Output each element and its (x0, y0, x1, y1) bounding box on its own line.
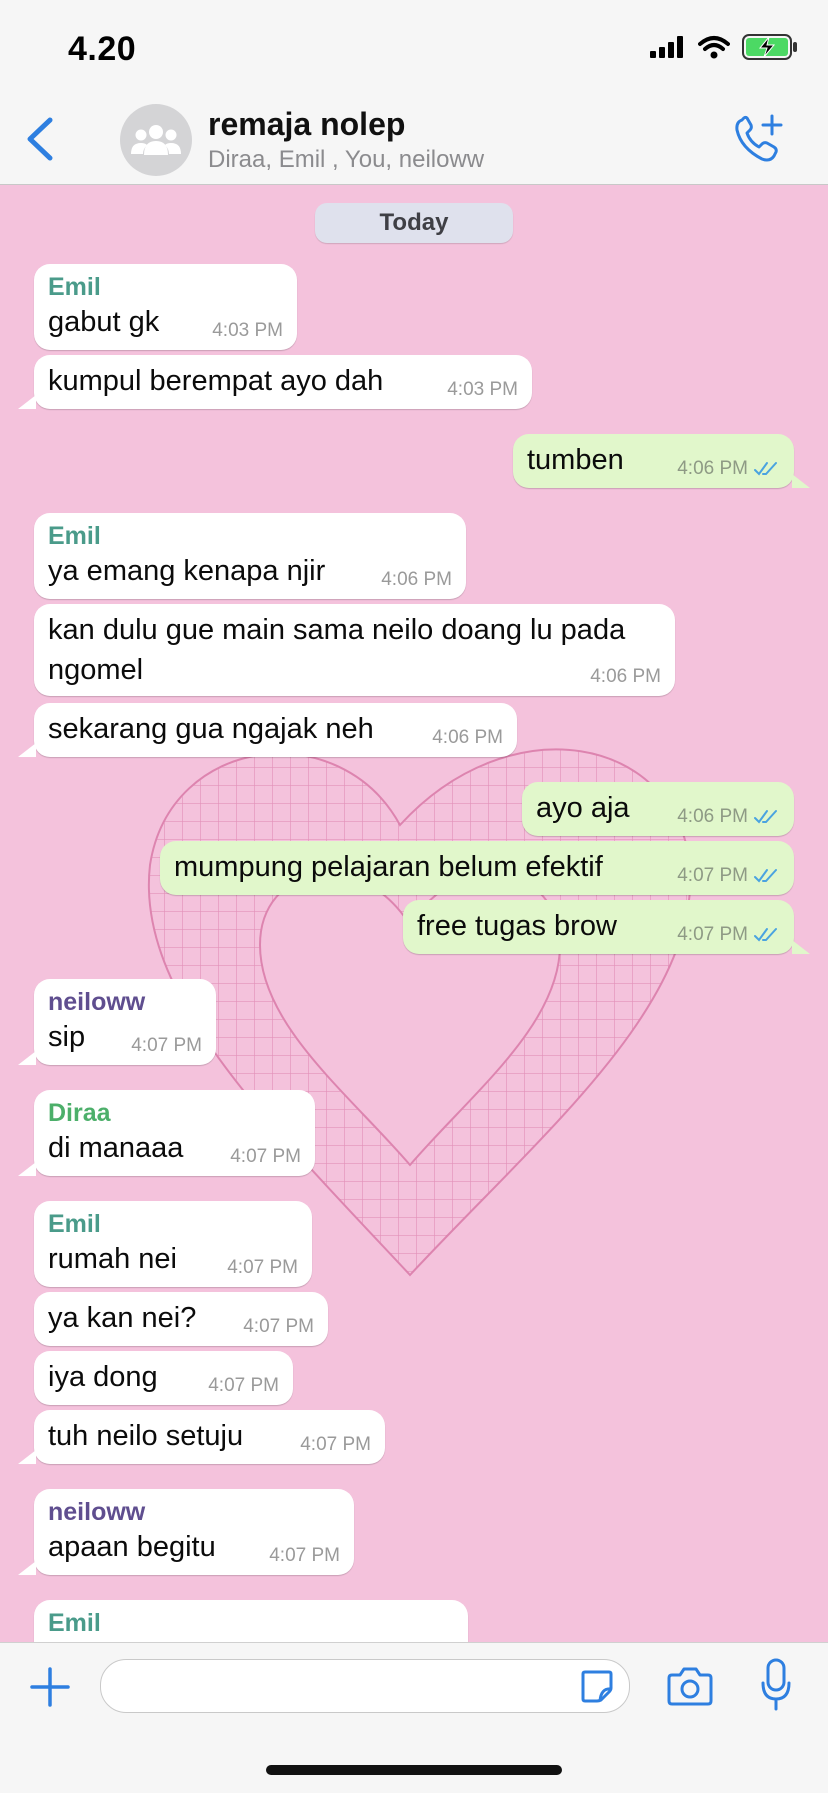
plus-icon[interactable] (28, 1665, 72, 1709)
message-time: 4:06 PM (590, 666, 661, 687)
read-receipt-icon (754, 928, 777, 942)
message-sender[interactable]: Emil (48, 272, 283, 302)
wifi-icon (698, 36, 730, 59)
status-icons (650, 34, 798, 60)
message-time: 4:07 PM (300, 1434, 371, 1455)
read-receipt-icon (754, 869, 777, 883)
message-bubble-incoming[interactable]: kan dulu gue main sama neilo doang lu pa… (34, 604, 675, 696)
message-text: apaan begitu (48, 1531, 216, 1563)
message-text: gabut gk (48, 306, 160, 338)
message-text: ya emang kenapa njir (48, 555, 326, 587)
message-time: 4:03 PM (212, 320, 283, 341)
message-text: iya dong (48, 1361, 158, 1393)
home-indicator (266, 1765, 562, 1775)
message-time: 4:07 PM (227, 1257, 298, 1278)
message-text: tumben (527, 444, 624, 476)
message-time: 4:06 PM (432, 727, 503, 748)
message-meta: 4:06 PM (677, 806, 780, 828)
add-call-icon[interactable] (732, 114, 784, 166)
message-time: 4:06 PM (677, 806, 748, 827)
composer-bar (0, 1642, 828, 1793)
signal-icon (650, 36, 683, 58)
message-time: 4:07 PM (208, 1375, 279, 1396)
message-bubble-incoming[interactable]: neiloww apaan begitu 4:07 PM (18, 1489, 354, 1575)
message-time: 4:03 PM (447, 379, 518, 400)
message-time: 4:07 PM (269, 1545, 340, 1566)
message-sender[interactable]: Emil (48, 1209, 298, 1239)
microphone-icon[interactable] (760, 1657, 792, 1713)
message-text: tuh neilo setuju (48, 1420, 244, 1452)
message-time: 4:07 PM (131, 1035, 202, 1056)
chat-header: remaja nolep Diraa, Emil , You, neiloww (0, 94, 828, 185)
camera-icon[interactable] (666, 1663, 714, 1709)
message-bubble-incoming[interactable]: Emil rumah nei 4:07 PM (34, 1201, 312, 1287)
battery-charging-icon (742, 34, 797, 60)
back-chevron-icon[interactable] (20, 112, 60, 166)
chat-area[interactable]: Today Emil gabut gk 4:03 PM kumpul berem… (0, 185, 828, 1642)
message-text: sip (48, 1021, 86, 1053)
message-bubble-outgoing[interactable]: tumben 4:06 PM (513, 434, 810, 488)
message-text: ayo aja (536, 792, 630, 824)
chat-title[interactable]: remaja nolep (208, 106, 405, 143)
message-sender[interactable]: Emil (48, 521, 452, 551)
message-bubble-incoming[interactable]: Emil ya emang kenapa njir 4:06 PM (34, 513, 466, 599)
message-bubble-incoming[interactable]: sekarang gua ngajak neh 4:06 PM (18, 703, 517, 757)
message-sender[interactable]: neiloww (48, 987, 202, 1017)
message-time: 4:06 PM (677, 458, 748, 479)
message-text: rumah nei (48, 1243, 177, 1275)
message-text: kumpul berempat ayo dah (48, 365, 384, 397)
message-bubble-incoming[interactable]: Emil gabut gk 4:03 PM (34, 264, 297, 350)
message-sender[interactable]: Diraa (48, 1098, 301, 1128)
group-avatar-icon (131, 125, 181, 155)
message-time: 4:07 PM (677, 865, 748, 886)
message-bubble-incoming[interactable]: kumpul berempat ayo dah 4:03 PM (18, 355, 532, 409)
message-time: 4:06 PM (381, 569, 452, 590)
message-bubble-incoming[interactable]: iya dong 4:07 PM (34, 1351, 293, 1405)
message-bubble-incoming[interactable]: Diraa di manaaa 4:07 PM (18, 1090, 315, 1176)
message-bubble-incoming[interactable]: Emil (34, 1600, 468, 1642)
message-sender[interactable]: neiloww (48, 1497, 340, 1527)
message-meta: 4:07 PM (677, 924, 780, 946)
message-bubble-outgoing[interactable]: ayo aja 4:06 PM (522, 782, 794, 836)
message-bubble-outgoing[interactable]: free tugas brow 4:07 PM (403, 900, 810, 954)
message-text: ya kan nei? (48, 1302, 197, 1334)
message-time: 4:07 PM (230, 1146, 301, 1167)
message-sender[interactable]: Emil (48, 1608, 454, 1638)
date-separator: Today (315, 203, 513, 243)
message-bubble-incoming[interactable]: tuh neilo setuju 4:07 PM (18, 1410, 385, 1464)
message-bubble-outgoing[interactable]: mumpung pelajaran belum efektif 4:07 PM (160, 841, 794, 895)
sticker-icon[interactable] (579, 1668, 615, 1704)
message-text: kan dulu gue main sama neilo doang lu pa… (48, 614, 626, 686)
group-avatar[interactable] (120, 104, 192, 176)
message-input[interactable] (100, 1659, 630, 1713)
message-text: mumpung pelajaran belum efektif (174, 851, 603, 883)
message-meta: 4:06 PM (677, 458, 780, 480)
status-bar: 4.20 (0, 0, 828, 94)
read-receipt-icon (754, 810, 777, 824)
message-time: 4:07 PM (677, 924, 748, 945)
message-text: di manaaa (48, 1132, 184, 1164)
message-time: 4:07 PM (243, 1316, 314, 1337)
message-meta: 4:07 PM (677, 865, 780, 887)
message-text: free tugas brow (417, 910, 617, 942)
chat-participants[interactable]: Diraa, Emil , You, neiloww (208, 146, 484, 174)
message-bubble-incoming[interactable]: neiloww sip 4:07 PM (18, 979, 216, 1065)
message-bubble-incoming[interactable]: ya kan nei? 4:07 PM (34, 1292, 328, 1346)
read-receipt-icon (754, 462, 777, 476)
message-text: sekarang gua ngajak neh (48, 713, 374, 745)
status-time: 4.20 (68, 30, 137, 68)
